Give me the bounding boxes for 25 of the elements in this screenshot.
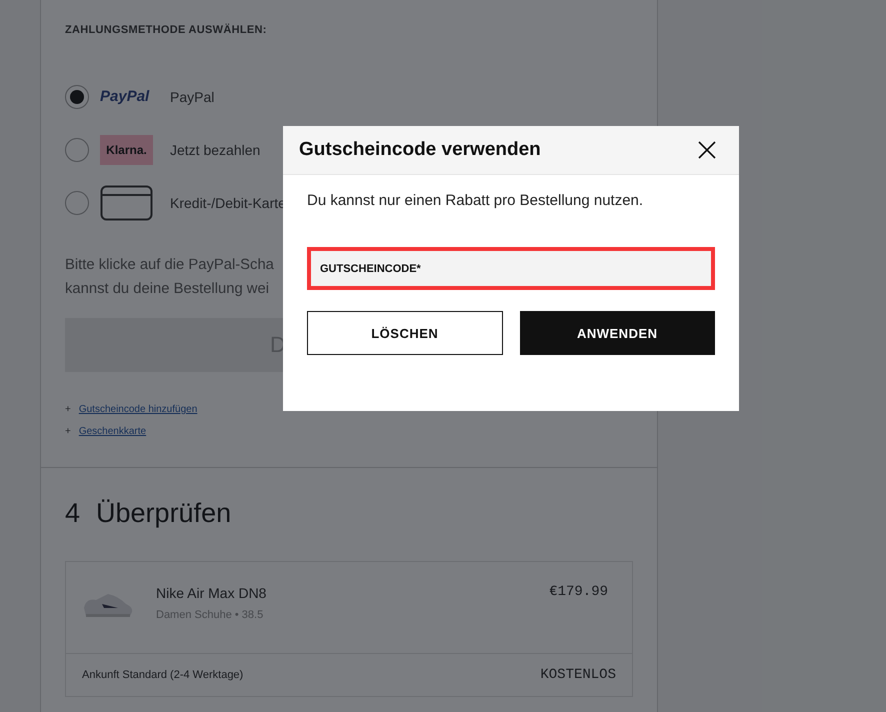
instruction-text: Bitte klicke auf die PayPal-Scha kannst du deine Bestellung wei [65, 256, 274, 299]
payment-label: Jetzt bezahlen [170, 142, 260, 158]
shipping-label: Ankunft Standard (2-4 Werktage) [82, 669, 244, 681]
credit-card-icon [100, 184, 153, 220]
klarna-logo: Klarna. [100, 134, 153, 164]
dialog-text: Du kannst nur einen Rabatt pro Bestellung nutzen. [307, 192, 644, 209]
dialog-title: Gutscheincode verwenden [299, 139, 541, 161]
coupon-code-field[interactable]: GUTSCHEINCODE* [307, 247, 715, 290]
payment-label: PayPal [170, 88, 214, 104]
paypal-logo: PayPal [100, 88, 150, 105]
step-number: 4 [65, 498, 80, 529]
shipping-price: KOSTENLOS [540, 667, 616, 683]
radio-button[interactable] [65, 190, 89, 214]
clear-button[interactable]: LÖSCHEN [307, 311, 502, 355]
payment-label: Kredit-/Debit-Karte [170, 194, 286, 210]
product-name: Nike Air Max DN8 [156, 585, 268, 601]
section-heading: ZAHLUNGSMETHODE AUSWÄHLEN: [65, 24, 268, 36]
product-price: €179.99 [549, 584, 608, 600]
section-title: Überprüfen [96, 498, 232, 529]
close-button[interactable] [697, 140, 717, 160]
radio-button[interactable] [65, 138, 89, 162]
plus-icon: + [65, 404, 71, 415]
radio-button[interactable] [65, 84, 89, 108]
apply-button[interactable]: ANWENDEN [520, 311, 715, 355]
plus-icon: + [65, 426, 71, 437]
